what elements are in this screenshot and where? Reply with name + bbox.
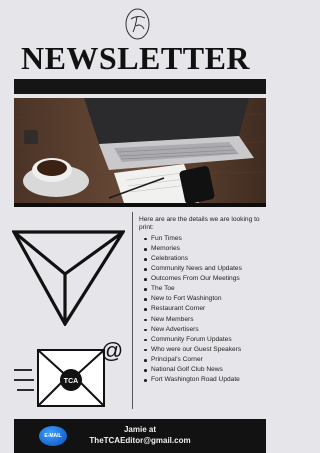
list-item: Principal's Corner	[139, 355, 269, 365]
contact-footer: E-MAIL Jamie at TheTCAEditor@gmail.com	[14, 419, 266, 453]
contact-email-link[interactable]: TheTCAEditor@gmail.com	[80, 435, 200, 446]
list-item: Fort Washington Road Update	[139, 375, 269, 385]
details-section: Here are are the details we are looking …	[139, 216, 269, 385]
envelope-label: TCA	[64, 378, 78, 385]
list-item: Outcomes From Our Meetings	[139, 274, 269, 284]
laptop-coffee-photo	[14, 98, 266, 203]
list-item: New Advertisers	[139, 325, 269, 335]
vertical-divider	[132, 212, 133, 409]
at-symbol: @	[101, 338, 123, 363]
details-intro: Here are are the details we are looking …	[139, 216, 260, 232]
newsletter-title: NEWSLETTER	[20, 40, 251, 76]
contact-name: Jamie at	[123, 425, 157, 434]
list-item: Memories	[139, 244, 269, 254]
list-item: Who were our Guest Speakers	[139, 345, 269, 355]
list-item: Community Forum Updates	[139, 335, 269, 345]
list-item: New Members	[139, 315, 269, 325]
topics-list: Fun Times Memories Celebrations Communit…	[139, 234, 269, 385]
email-icon: E-MAIL	[39, 426, 67, 446]
list-item: Fun Times	[139, 234, 269, 244]
list-item: Restaurant Corner	[139, 304, 269, 314]
section-divider-bar	[14, 203, 266, 207]
envelope-icon: TCA @	[14, 336, 126, 412]
paper-plane-icon	[12, 230, 125, 326]
contact-info: Jamie at TheTCAEditor@gmail.com	[80, 424, 200, 446]
list-item: New to Fort Washington	[139, 294, 269, 304]
list-item: National Golf Club News	[139, 365, 269, 375]
list-item: The Toe	[139, 284, 269, 294]
list-item: Community News and Updates	[139, 264, 269, 274]
list-item: Celebrations	[139, 254, 269, 264]
tca-logo	[124, 7, 151, 41]
header-bar	[14, 79, 266, 94]
